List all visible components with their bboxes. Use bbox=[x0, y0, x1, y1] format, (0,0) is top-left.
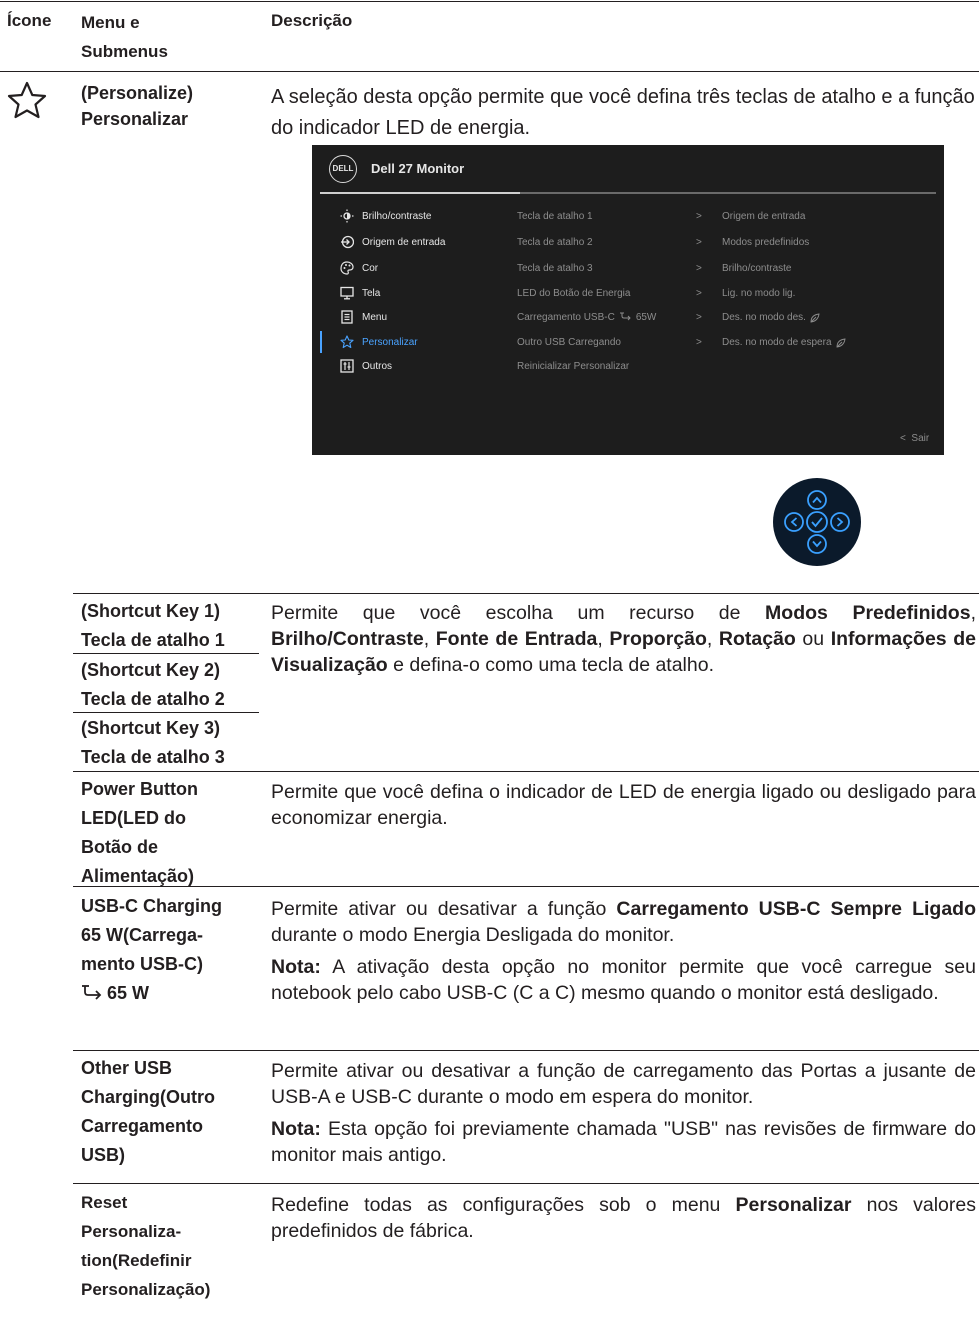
osd-value: Origem de entrada bbox=[722, 211, 806, 222]
chevron-right-icon: > bbox=[696, 263, 702, 274]
osd-value: Lig. no modo lig. bbox=[722, 288, 796, 299]
color-icon bbox=[340, 261, 354, 275]
menu-icon bbox=[340, 310, 354, 324]
osd-item-label: Outros bbox=[362, 360, 393, 372]
menu-shortcut-key-3: (Shortcut Key 3) Tecla de atalho 3 bbox=[81, 718, 225, 767]
usb-c-charging-desc: Permite ativar ou desativar a função Car… bbox=[271, 898, 976, 1004]
osd-value-standby: Des. no modo de espera bbox=[722, 337, 846, 348]
leaf-icon bbox=[836, 337, 846, 348]
osd-item-label: Personalizar bbox=[362, 336, 418, 348]
osd-option[interactable]: Outro USB Carregando bbox=[517, 337, 621, 348]
shortcut-key-desc: Permite que você escolha um recurso de M… bbox=[271, 602, 976, 676]
osd-item-input-source[interactable]: Origem de entrada bbox=[340, 233, 445, 251]
osd-usbc-power: 65W bbox=[635, 312, 657, 323]
osd-option-usbc[interactable]: Carregamento USB-C 65W bbox=[517, 312, 656, 323]
chevron-right-icon: > bbox=[696, 211, 702, 222]
osd-value: Modos predefinidos bbox=[722, 237, 810, 248]
leaf-icon bbox=[810, 312, 820, 323]
row-rule bbox=[73, 1050, 979, 1051]
osd-item-display[interactable]: Tela bbox=[340, 284, 380, 302]
row-rule bbox=[73, 712, 259, 713]
osd-title: Dell 27 Monitor bbox=[371, 161, 465, 176]
osd-exit-button[interactable]: < Sair bbox=[900, 433, 929, 444]
menu-personalize: (Personalize) Personalizar bbox=[81, 83, 194, 129]
joystick-icon bbox=[773, 478, 861, 566]
osd-item-color[interactable]: Cor bbox=[340, 259, 378, 277]
osd-item-menu[interactable]: Menu bbox=[340, 308, 387, 326]
top-rule bbox=[0, 1, 979, 2]
osd-selection-bar bbox=[320, 331, 322, 353]
brightness-icon bbox=[340, 209, 354, 223]
star-icon bbox=[7, 81, 47, 119]
usbc-menu-label: USB-C Charging 65 W(Carrega-mento USB-C) bbox=[81, 896, 222, 974]
row-rule bbox=[73, 771, 979, 772]
osd-divider-active bbox=[320, 192, 520, 194]
header-icon-col: Ícone bbox=[7, 11, 52, 30]
row-rule bbox=[73, 1183, 979, 1184]
osd-screenshot: DELL Dell 27 Monitor Brilho/contraste Or… bbox=[312, 145, 944, 455]
osd-option[interactable]: Tecla de atalho 2 bbox=[517, 237, 593, 248]
power-led-desc: Permite que você defina o indicador de L… bbox=[271, 781, 976, 829]
reset-desc: Redefine todas as configurações sob o me… bbox=[271, 1194, 976, 1242]
osd-option-label: Carregamento USB-C bbox=[517, 312, 615, 323]
row-rule bbox=[73, 593, 979, 594]
osd-exit-label: Sair bbox=[911, 433, 930, 444]
dell-logo: DELL bbox=[329, 155, 357, 183]
personalize-desc: A seleção desta opção permite que você d… bbox=[271, 86, 975, 139]
star-icon bbox=[340, 335, 354, 349]
header-menu-col: Menu e Submenus bbox=[81, 13, 168, 61]
osd-item-label: Origem de entrada bbox=[362, 236, 446, 248]
monitor-icon bbox=[340, 286, 354, 300]
other-usb-desc: Permite ativar ou desativar a função de … bbox=[271, 1060, 976, 1166]
menu-other-usb-charging: Other USB Charging(Outro Carregamento US… bbox=[81, 1058, 215, 1165]
chevron-left-icon: < bbox=[900, 433, 906, 444]
menu-reset-personalization: Reset Personaliza-tion(Redefinir Persona… bbox=[81, 1193, 211, 1299]
usb-c-power-icon bbox=[82, 984, 102, 1000]
osd-item-label: Menu bbox=[362, 311, 388, 323]
row-rule bbox=[73, 653, 259, 654]
header-desc-col: Descrição bbox=[271, 11, 353, 30]
chevron-right-icon: > bbox=[696, 288, 702, 299]
osd-item-label: Tela bbox=[362, 287, 381, 299]
usb-c-power-icon bbox=[619, 312, 631, 321]
menu-shortcut-key-2: (Shortcut Key 2) Tecla de atalho 2 bbox=[81, 660, 225, 709]
osd-option[interactable]: Tecla de atalho 3 bbox=[517, 263, 593, 274]
osd-item-brightness[interactable]: Brilho/contraste bbox=[340, 207, 431, 225]
menu-power-button-led: Power Button LED(LED do Botão de Aliment… bbox=[81, 779, 198, 886]
osd-item-label: Cor bbox=[362, 262, 379, 274]
menu-shortcut-key-1: (Shortcut Key 1) Tecla de atalho 1 bbox=[81, 601, 225, 650]
chevron-right-icon: > bbox=[696, 312, 702, 323]
row-rule bbox=[73, 886, 979, 887]
header-rule bbox=[0, 71, 979, 72]
osd-value-label: Des. no modo des. bbox=[722, 312, 806, 323]
chevron-right-icon: > bbox=[696, 337, 702, 348]
osd-value-off: Des. no modo des. bbox=[722, 312, 820, 323]
others-icon bbox=[340, 359, 354, 373]
osd-item-label: Brilho/contraste bbox=[362, 210, 432, 222]
usbc-menu-power: 65 W bbox=[81, 979, 149, 1008]
osd-item-personalize[interactable]: Personalizar bbox=[340, 333, 418, 351]
menu-usb-c-charging: USB-C Charging 65 W(Carrega-mento USB-C)… bbox=[81, 892, 236, 1012]
input-source-icon bbox=[340, 235, 354, 249]
chevron-right-icon: > bbox=[696, 237, 702, 248]
osd-value-label: Des. no modo de espera bbox=[722, 337, 832, 348]
osd-option[interactable]: LED do Botão de Energia bbox=[517, 288, 630, 299]
osd-option[interactable]: Reinicializar Personalizar bbox=[517, 361, 629, 372]
osd-value: Brilho/contraste bbox=[722, 263, 792, 274]
osd-option[interactable]: Tecla de atalho 1 bbox=[517, 211, 593, 222]
osd-item-others[interactable]: Outros bbox=[340, 357, 392, 375]
